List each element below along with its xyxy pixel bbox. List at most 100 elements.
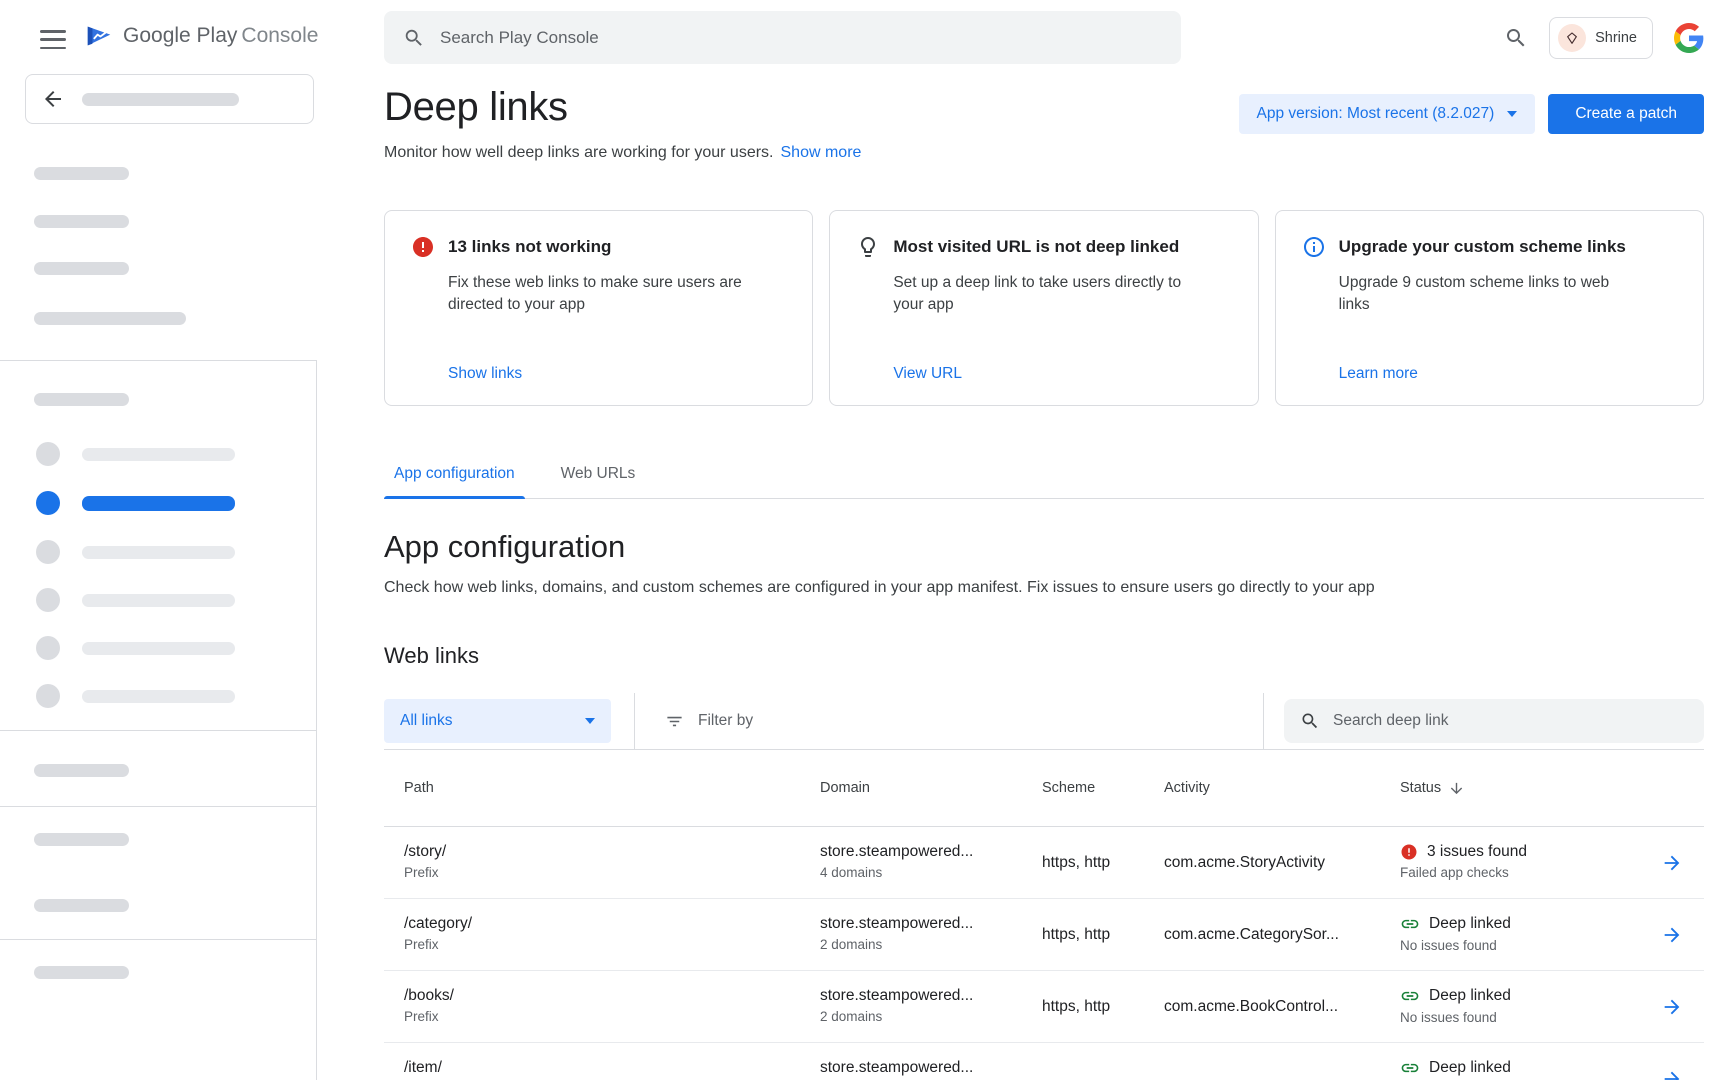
scheme-value: https, http bbox=[1042, 926, 1164, 944]
search-icon bbox=[403, 27, 425, 49]
path-type: Prefix bbox=[404, 1009, 820, 1026]
status-detail: No issues found bbox=[1400, 938, 1640, 955]
row-detail-button[interactable] bbox=[1640, 924, 1704, 946]
page-subtitle: Monitor how well deep links are working … bbox=[384, 144, 774, 161]
table-row[interactable]: /category/ Prefix store.steampowered... … bbox=[384, 899, 1704, 971]
skeleton-circle bbox=[36, 684, 60, 708]
sidebar-item-skeleton[interactable] bbox=[36, 588, 235, 612]
status-detail: No issues found bbox=[1400, 1010, 1640, 1027]
tab-app-configuration[interactable]: App configuration bbox=[384, 450, 525, 498]
skeleton-circle bbox=[36, 491, 60, 515]
sidebar-item-skeleton[interactable] bbox=[36, 684, 235, 708]
sort-descending-icon bbox=[1448, 780, 1465, 797]
domain-count: 4 domains bbox=[820, 865, 1042, 882]
search-input[interactable] bbox=[440, 28, 1162, 48]
row-detail-button[interactable] bbox=[1640, 1068, 1704, 1080]
console-search[interactable] bbox=[384, 11, 1181, 64]
link-icon bbox=[1400, 914, 1420, 934]
path-value: /books/ bbox=[404, 987, 820, 1005]
arrow-back-icon[interactable] bbox=[41, 87, 65, 111]
domain-value: store.steampowered... bbox=[820, 987, 1042, 1005]
tab-bar: App configuration Web URLs bbox=[384, 450, 1704, 499]
show-more-link[interactable]: Show more bbox=[781, 144, 862, 161]
back-navigation[interactable] bbox=[25, 74, 314, 124]
status-value: Deep linked bbox=[1429, 987, 1511, 1005]
deep-link-search[interactable] bbox=[1284, 699, 1704, 743]
skeleton-bar bbox=[82, 546, 235, 559]
filter-icon bbox=[665, 712, 684, 731]
table-row[interactable]: /story/ Prefix store.steampowered... 4 d… bbox=[384, 827, 1704, 899]
page-title: Deep links bbox=[384, 85, 861, 130]
column-status-sort[interactable]: Status bbox=[1400, 780, 1640, 797]
column-domain: Domain bbox=[820, 780, 1042, 796]
activity-value: com.acme.StoryActivity bbox=[1164, 854, 1400, 872]
table-row[interactable]: /books/ Prefix store.steampowered... 2 d… bbox=[384, 971, 1704, 1043]
path-type: Prefix bbox=[404, 865, 820, 882]
skeleton-bar bbox=[82, 594, 235, 607]
sidebar-item-skeleton[interactable] bbox=[36, 442, 235, 466]
card-body: Fix these web links to make sure users a… bbox=[448, 272, 746, 317]
skeleton-bar bbox=[82, 690, 235, 703]
web-links-toolbar: All links Filter by bbox=[384, 693, 1704, 750]
google-logo-icon[interactable] bbox=[1674, 23, 1704, 53]
chevron-down-icon bbox=[1507, 111, 1517, 117]
status-value: Deep linked bbox=[1429, 915, 1511, 933]
sidebar-item-skeleton[interactable] bbox=[36, 540, 235, 564]
create-patch-button[interactable]: Create a patch bbox=[1548, 94, 1704, 134]
column-status: Status bbox=[1400, 780, 1441, 796]
logo-console: Console bbox=[241, 24, 318, 47]
skeleton-bar bbox=[34, 966, 129, 979]
table-row[interactable]: /item/ store.steampowered... Deep linked bbox=[384, 1043, 1704, 1080]
sidebar-item-skeleton[interactable] bbox=[36, 636, 235, 660]
path-value: /category/ bbox=[404, 915, 820, 933]
skeleton-bar bbox=[34, 215, 129, 228]
status-value: Deep linked bbox=[1429, 1059, 1511, 1077]
app-version-dropdown[interactable]: App version: Most recent (8.2.027) bbox=[1239, 94, 1536, 134]
google-play-console-logo: Google PlayConsole bbox=[84, 21, 318, 51]
skeleton-circle bbox=[36, 442, 60, 466]
row-detail-button[interactable] bbox=[1640, 852, 1704, 874]
skeleton-bar bbox=[82, 93, 239, 106]
filter-by-label: Filter by bbox=[698, 712, 753, 730]
app-name: Shrine bbox=[1595, 30, 1637, 46]
domain-count: 2 domains bbox=[820, 1009, 1042, 1026]
deep-link-search-input[interactable] bbox=[1333, 712, 1688, 730]
page-header: Deep links Monitor how well deep links a… bbox=[384, 85, 1704, 162]
sidebar-item-selected[interactable] bbox=[36, 491, 235, 515]
shrine-app-icon bbox=[1558, 24, 1586, 52]
view-url-link[interactable]: View URL bbox=[893, 365, 1231, 383]
skeleton-bar bbox=[82, 496, 235, 511]
link-icon bbox=[1400, 1058, 1420, 1078]
show-links-link[interactable]: Show links bbox=[448, 365, 786, 383]
status-value: 3 issues found bbox=[1427, 843, 1527, 861]
menu-icon[interactable] bbox=[40, 30, 66, 49]
topbar: Shrine bbox=[384, 11, 1704, 64]
chevron-down-icon bbox=[585, 718, 595, 724]
skeleton-bar bbox=[34, 312, 186, 325]
search-icon[interactable] bbox=[1504, 26, 1528, 50]
domain-value: store.steampowered... bbox=[820, 915, 1042, 933]
link-icon bbox=[1400, 986, 1420, 1006]
learn-more-link[interactable]: Learn more bbox=[1339, 365, 1677, 383]
filter-by-button[interactable]: Filter by bbox=[665, 712, 753, 731]
links-filter-dropdown[interactable]: All links bbox=[384, 699, 611, 743]
skeleton-bar bbox=[82, 642, 235, 655]
domain-value: store.steampowered... bbox=[820, 1059, 1042, 1077]
app-switcher-chip[interactable]: Shrine bbox=[1549, 17, 1653, 59]
section-title: App configuration bbox=[384, 529, 1704, 565]
activity-value: com.acme.BookControl... bbox=[1164, 998, 1400, 1016]
error-icon bbox=[411, 235, 435, 259]
tab-web-urls[interactable]: Web URLs bbox=[551, 450, 646, 498]
row-detail-button[interactable] bbox=[1640, 996, 1704, 1018]
info-icon bbox=[1302, 235, 1326, 259]
app-version-label: App version: Most recent (8.2.027) bbox=[1257, 105, 1495, 123]
main-content: Shrine Deep links Monitor how well deep … bbox=[317, 0, 1728, 1080]
sidebar-divider bbox=[0, 360, 317, 361]
column-scheme: Scheme bbox=[1042, 780, 1164, 796]
sidebar-divider bbox=[0, 806, 317, 807]
path-value: /item/ bbox=[404, 1059, 820, 1077]
card-title: Upgrade your custom scheme links bbox=[1339, 237, 1626, 257]
card-most-visited-url: Most visited URL is not deep linked Set … bbox=[829, 210, 1258, 406]
scheme-value: https, http bbox=[1042, 854, 1164, 872]
play-console-icon bbox=[84, 21, 114, 51]
